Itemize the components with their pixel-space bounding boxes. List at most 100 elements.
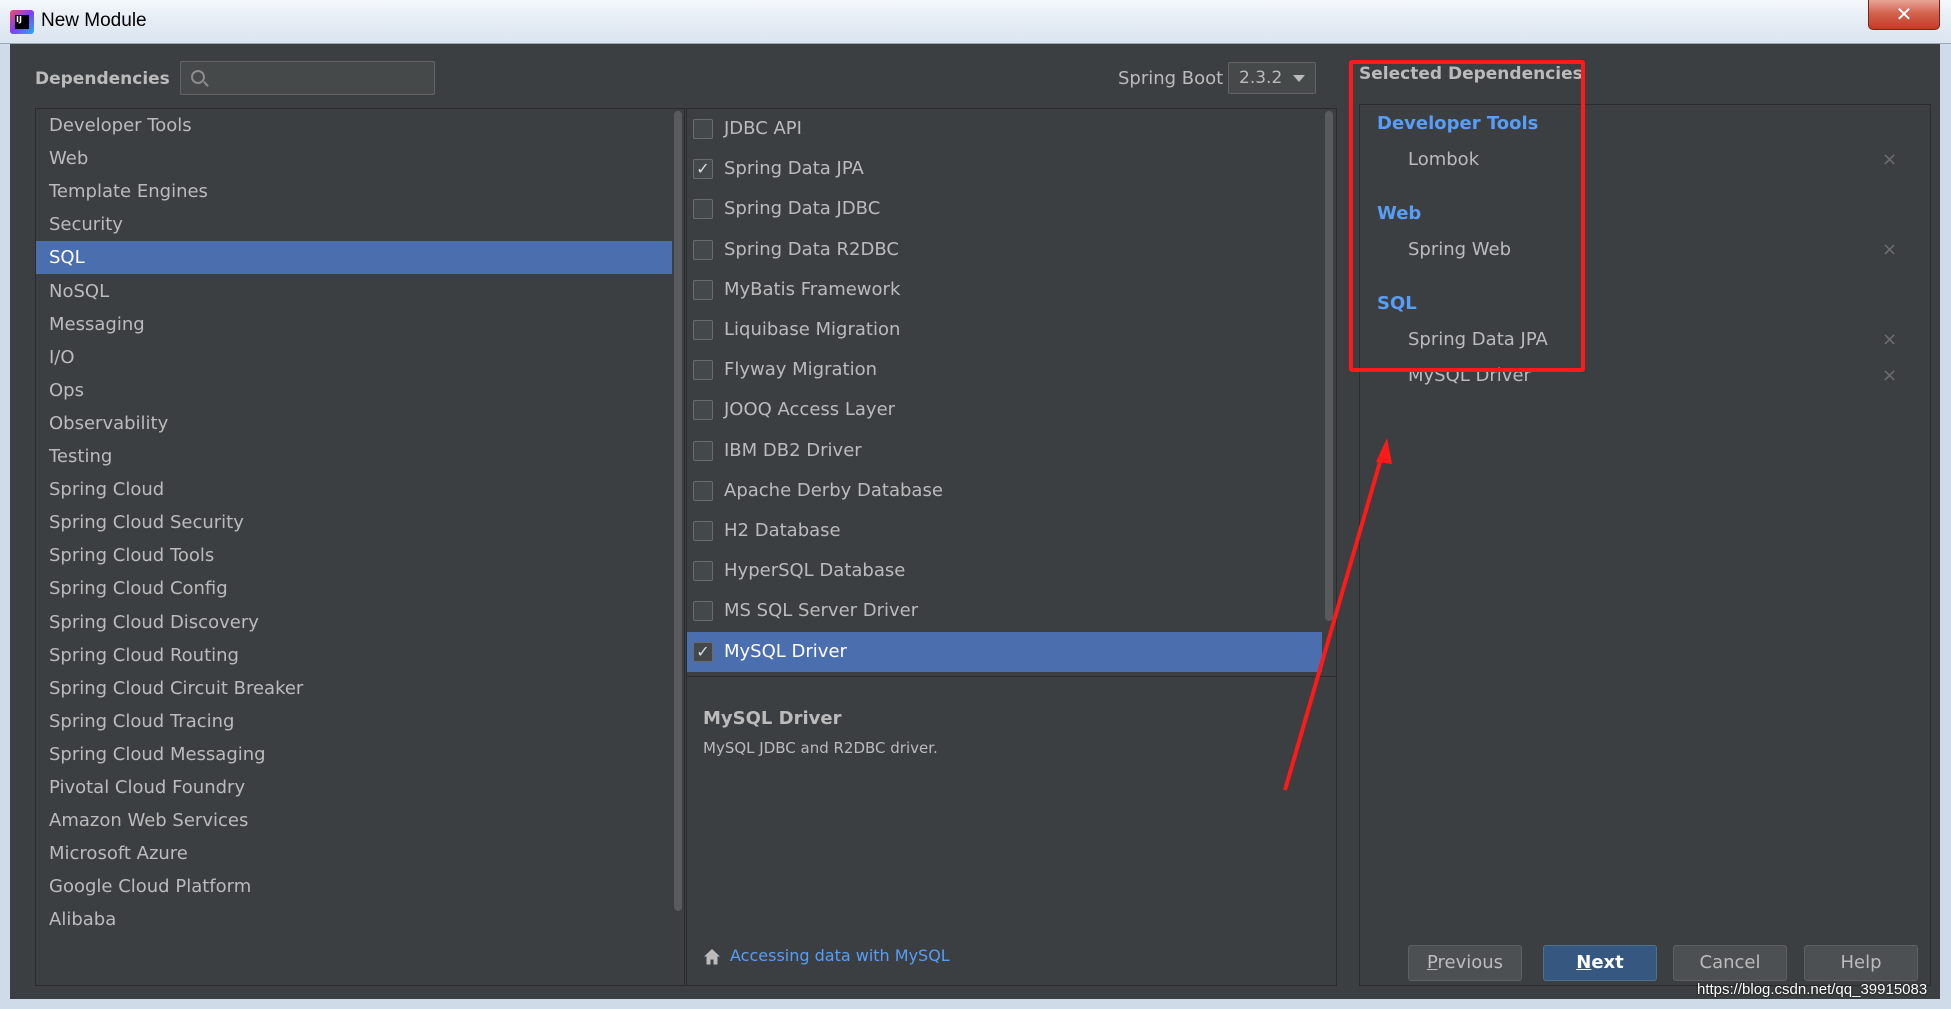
search-icon [191,70,205,84]
dependency-search-input[interactable] [180,61,435,95]
close-window-button[interactable]: ✕ [1868,0,1940,30]
dependency-item[interactable]: Apache Derby Database [687,471,1322,511]
selected-dependency-item: Lombok [1408,149,1480,170]
next-mnemonic: N [1576,952,1592,973]
category-scrollbar-thumb[interactable] [674,111,682,911]
dependency-checkbox[interactable] [693,601,713,622]
dependency-label: Apache Derby Database [724,479,943,501]
help-button[interactable]: Help [1804,945,1918,981]
remove-dependency-icon[interactable]: × [1882,329,1897,350]
dependency-checkbox[interactable] [693,279,713,300]
category-item[interactable]: Spring Cloud [36,473,684,506]
selected-dependencies-panel: Developer Tools Lombok × Web Spring Web × SQL S… [1359,104,1931,986]
category-item[interactable]: Spring Cloud Routing [36,639,684,672]
dependency-item[interactable]: MS SQL Server Driver [687,591,1322,631]
dependency-item[interactable]: H2 Database [687,511,1322,551]
category-item[interactable]: Spring Cloud Security [36,506,684,539]
dependency-checkbox[interactable]: ✓ [693,159,713,180]
dependency-checkbox[interactable] [693,440,713,461]
spring-boot-label: Spring Boot [1118,68,1224,89]
dependency-item[interactable]: MyBatis Framework [687,270,1322,310]
dependency-item[interactable]: Flyway Migration [687,350,1322,390]
selected-group-title: Web [1377,203,1422,224]
dependency-checkbox[interactable] [693,480,713,501]
dependency-item[interactable]: Spring Data R2DBC [687,230,1322,270]
dependency-checkbox[interactable] [693,561,713,582]
category-item[interactable]: Developer Tools [36,109,684,142]
dependency-label: Liquibase Migration [724,319,901,340]
dependencies-label: Dependencies [35,69,170,89]
dependency-item[interactable]: Spring Data JDBC [687,189,1322,229]
dependency-checkbox[interactable] [693,521,713,541]
dependency-item[interactable]: HyperSQL Database [687,551,1322,591]
dependency-list[interactable]: ✓ MySQL Driver MS SQL Server Driver HyperSQ… [687,109,1336,677]
previous-button[interactable]: Previous [1408,945,1522,981]
cancel-button[interactable]: Cancel [1673,945,1787,981]
category-item[interactable]: Spring Cloud Messaging [36,738,684,771]
dependency-scrollbar-thumb[interactable] [1325,111,1333,621]
selected-group-title: Developer Tools [1377,113,1539,134]
category-item[interactable]: Spring Cloud Discovery [36,606,684,639]
next-button[interactable]: Next [1543,945,1657,981]
category-item[interactable]: Spring Cloud Circuit Breaker [36,672,684,705]
dependency-checkbox[interactable] [693,400,713,421]
selected-group-title: SQL [1377,293,1417,314]
category-item[interactable]: Spring Cloud Tools [36,539,684,572]
watermark-url: https://blog.csdn.net/qq_39915083 [1697,981,1928,998]
category-item[interactable]: NoSQL [36,275,684,308]
category-item[interactable]: Spring Cloud Config [36,572,684,605]
dependency-item[interactable]: ✓ MySQL Driver [687,631,1322,672]
title-bar[interactable]: New Module ✕ [0,0,1951,44]
dependency-item[interactable]: JOOQ Access Layer [687,390,1322,430]
dependency-checkbox[interactable] [693,239,713,260]
category-item[interactable]: Spring Cloud Tracing [36,705,684,738]
dependency-label: MyBatis Framework [724,278,901,300]
category-item[interactable]: Google Cloud Platform [36,870,684,903]
dependency-panel: ✓ MySQL Driver MS SQL Server Driver HyperSQ… [686,108,1337,986]
selected-dependency-item: Spring Web [1408,239,1512,260]
category-item[interactable]: Security [36,208,684,241]
dependency-checkbox[interactable] [693,119,713,139]
category-item[interactable]: Microsoft Azure [36,837,684,870]
category-item[interactable]: Amazon Web Services [36,804,684,837]
window-frame-bottom [0,999,1951,1009]
dependency-label: Spring Data R2DBC [724,238,899,260]
remove-dependency-icon[interactable]: × [1882,149,1897,170]
category-item[interactable]: Testing [36,440,684,473]
category-item[interactable]: Ops [36,374,684,407]
category-item[interactable]: Pivotal Cloud Foundry [36,771,684,804]
guide-link[interactable]: Accessing data with MySQL [730,946,950,965]
window-frame-left [0,44,10,1009]
dependency-checkbox[interactable] [693,199,713,220]
category-item[interactable]: SQL [36,241,684,275]
selected-dependencies-title: Selected Dependencies [1359,64,1583,84]
remove-dependency-icon[interactable]: × [1882,239,1897,260]
category-item[interactable]: Observability [36,407,684,440]
dependency-item[interactable]: ✓ Spring Data JPA [687,149,1322,189]
dependency-checkbox[interactable]: ✓ [693,641,713,662]
dependency-item[interactable]: IBM DB2 Driver [687,431,1322,471]
category-item[interactable]: I/O [36,341,684,374]
dependency-label: HyperSQL Database [724,560,906,582]
dependency-checkbox[interactable] [693,360,713,381]
dependency-label: Spring Data JPA [724,158,864,180]
dependency-label: MS SQL Server Driver [724,600,919,622]
window-frame-right [1940,44,1951,1009]
dependency-item[interactable]: Liquibase Migration [687,310,1322,350]
dependency-scrollbar[interactable] [1322,109,1336,676]
intellij-app-icon [10,10,34,34]
dependency-checkbox[interactable] [693,320,713,340]
remove-dependency-icon[interactable]: × [1882,365,1897,386]
category-item[interactable]: Alibaba [36,903,684,936]
previous-mnemonic: P [1426,952,1438,973]
dependency-label: Spring Data JDBC [724,198,881,220]
category-item[interactable]: Template Engines [36,175,684,208]
spring-boot-version-value: 2.3.2 [1239,68,1283,88]
dependency-label: JOOQ Access Layer [724,399,896,421]
category-scrollbar[interactable] [672,109,684,985]
category-list[interactable]: Alibaba Google Cloud Platform Microsoft Az… [35,108,685,986]
spring-boot-version-select[interactable]: 2.3.2 [1228,62,1316,94]
category-item[interactable]: Web [36,142,684,175]
dependency-item[interactable]: JDBC API [687,109,1322,149]
category-item[interactable]: Messaging [36,308,684,341]
